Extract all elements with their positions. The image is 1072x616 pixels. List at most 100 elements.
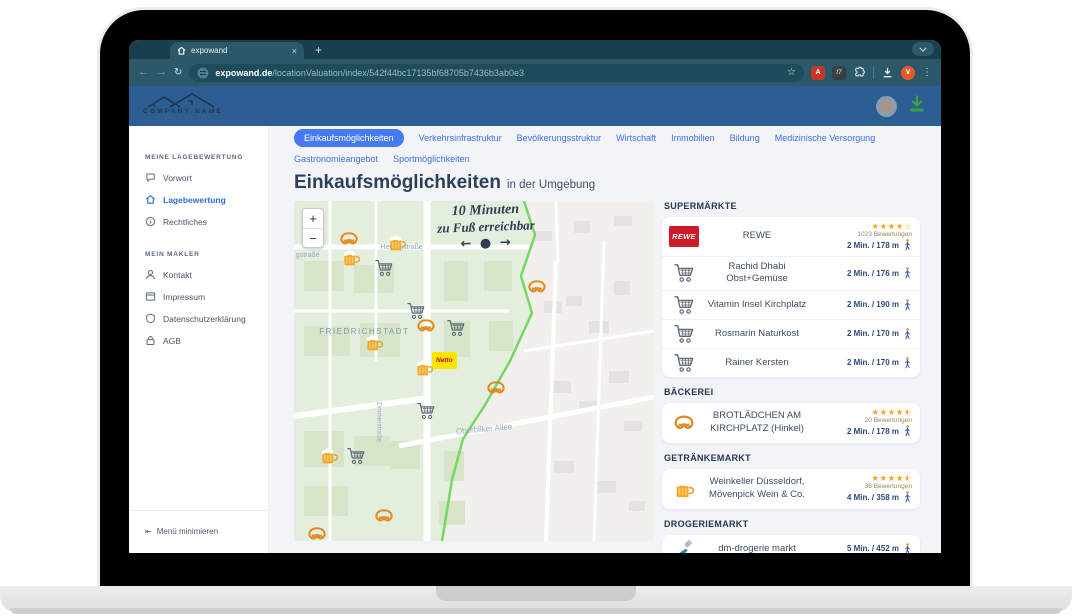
map-zoom-control: + − — [302, 208, 324, 248]
tab-wirtschaft[interactable]: Wirtschaft — [616, 133, 656, 143]
walking-icon — [903, 299, 912, 311]
cart-map-marker-icon[interactable] — [416, 402, 436, 420]
url-bar[interactable]: expowand.de/locationValuation/index/542f… — [189, 64, 804, 82]
site-settings-icon[interactable] — [197, 67, 209, 79]
pretzel-map-marker-icon[interactable] — [307, 525, 327, 541]
tab-bildung[interactable]: Bildung — [730, 133, 760, 143]
walking-icon — [903, 425, 912, 437]
browser-toolbar: ← → ↻ expowand.de/locationValuation/inde… — [129, 59, 941, 86]
cart-map-marker-icon[interactable] — [446, 319, 466, 337]
pretzel-map-marker-icon[interactable] — [486, 379, 506, 397]
back-button[interactable]: ← — [138, 67, 149, 78]
acrobat-extension-icon[interactable]: A — [811, 66, 825, 80]
beer-map-marker-icon[interactable] — [364, 334, 384, 352]
tab-gastronomieangebot[interactable]: Gastronomieangebot — [294, 154, 378, 164]
tab-sportmöglichkeiten[interactable]: Sportmöglichkeiten — [393, 154, 470, 164]
sidebar-item-datenschutzerkl-rung[interactable]: Datenschutzerklärung — [145, 313, 268, 324]
browser-menu-icon[interactable]: ⋮ — [922, 67, 932, 78]
place-row[interactable]: Vitamin Insel Kirchplatz2 Min. / 190 m — [662, 291, 920, 320]
rating-stars: ★★★★☆ — [871, 222, 912, 231]
sidebar-item-rechtliches[interactable]: Rechtliches — [145, 216, 268, 227]
person-icon — [145, 269, 156, 280]
bookmark-star-icon[interactable]: ☆ — [787, 67, 796, 78]
beer-map-marker-icon[interactable] — [341, 249, 361, 267]
panel-card: BROTLÄDCHEN AM KIRCHPLATZ (Hinkel) ★★★★★☆… — [662, 403, 920, 443]
sidebar: MEINE LAGEBEWERTUNG Vorwort Lagebewertung R… — [129, 126, 269, 553]
place-name: Vitamin Insel Kirchplatz — [700, 299, 814, 311]
sidebar-item-kontakt[interactable]: Kontakt — [145, 269, 268, 280]
app-content: COMPANY NAME Slogan Goes Here — [129, 86, 941, 553]
tab-medizinische-versorgung[interactable]: Medizinische Versorgung — [775, 133, 876, 143]
sidebar-item-vorwort[interactable]: Vorwort — [145, 172, 268, 183]
place-row[interactable]: BROTLÄDCHEN AM KIRCHPLATZ (Hinkel) ★★★★★☆… — [662, 403, 920, 443]
sidebar-item-label: Impressum — [163, 292, 205, 302]
forward-button[interactable]: → — [156, 67, 167, 78]
zoom-in-button[interactable]: + — [303, 209, 323, 228]
reload-button[interactable]: ↻ — [174, 68, 182, 78]
tab-einkaufsmöglichkeiten[interactable]: Einkaufsmöglichkeiten — [294, 129, 404, 147]
sidebar-item-label: AGB — [163, 336, 181, 346]
place-name: BROTLÄDCHEN AM KIRCHPLATZ (Hinkel) — [700, 410, 814, 435]
review-count: 36 Bewertungen — [865, 483, 912, 490]
pretzel-map-marker-icon[interactable] — [416, 317, 436, 335]
sidebar-section-title: MEINE LAGEBEWERTUNG — [145, 154, 268, 161]
theme-sun-icon[interactable] — [876, 96, 897, 117]
place-row[interactable]: Rainer Kersten2 Min. / 170 m — [662, 349, 920, 377]
lock-icon — [145, 335, 156, 346]
sidebar-item-label: Rechtliches — [163, 217, 207, 227]
sidebar-item-lagebewertung[interactable]: Lagebewertung — [145, 194, 268, 205]
walking-icon — [903, 357, 912, 369]
walk-distance: 2 Min. / 178 m — [847, 239, 912, 251]
pretzel-map-marker-icon[interactable] — [339, 230, 359, 248]
panel-card: dm-drogerie markt5 Min. / 452 m — [662, 535, 920, 553]
toothbrush-icon — [668, 539, 700, 553]
browser-tab[interactable]: expowand × — [170, 42, 304, 59]
panel-card: Weinkeller Düsseldorf, Mövenpick Wein & … — [662, 469, 920, 509]
place-row[interactable]: Rachid Dhabi Obst+Gemüse2 Min. / 176 m — [662, 257, 920, 291]
beer-map-marker-icon[interactable] — [414, 359, 434, 377]
place-name: REWE — [700, 230, 814, 242]
tab-list-chevron-button[interactable] — [912, 42, 934, 56]
place-row[interactable]: Weinkeller Düsseldorf, Mövenpick Wein & … — [662, 469, 920, 509]
rating-stars: ★★★★★☆ — [871, 408, 912, 417]
laptop-mockup: expowand × + ← → ↻ expowand.de/locationV… — [0, 0, 1072, 616]
tab-title: expowand — [191, 46, 287, 55]
place-row[interactable]: REWEREWE★★★★☆1023 Bewertungen2 Min. / 17… — [662, 217, 920, 257]
pretzel-map-marker-icon[interactable] — [527, 278, 547, 296]
pretzel-map-marker-icon[interactable] — [374, 507, 394, 525]
sidebar-item-label: Lagebewertung — [163, 195, 226, 205]
sidebar-item-agb[interactable]: AGB — [145, 335, 268, 346]
sidebar-item-label: Kontakt — [163, 270, 192, 280]
cart-icon — [668, 263, 700, 283]
company-slogan: Slogan Goes Here — [143, 115, 223, 120]
page-subtitle: in der Umgebung — [507, 179, 595, 191]
pretzel-icon — [668, 413, 700, 433]
beer-map-marker-icon[interactable] — [319, 447, 339, 465]
extensions-puzzle-icon[interactable] — [853, 66, 866, 79]
netto-logo-map-marker-icon[interactable]: Netto — [432, 349, 452, 367]
tab-verkehrsinfrastruktur[interactable]: Verkehrsinfrastruktur — [419, 133, 502, 143]
walk-distance: 2 Min. / 178 m — [847, 425, 912, 437]
tab-bevölkerungsstruktur[interactable]: Bevölkerungsstruktur — [517, 133, 602, 143]
tab-immobilien[interactable]: Immobilien — [671, 133, 715, 143]
walking-icon — [903, 267, 912, 279]
zoom-out-button[interactable]: − — [303, 228, 323, 247]
profile-avatar[interactable]: V — [901, 66, 915, 80]
new-tab-button[interactable]: + — [315, 43, 322, 57]
place-row[interactable]: Rosmarin Naturkost2 Min. / 170 m — [662, 320, 920, 349]
place-name: Rainer Kersten — [700, 357, 814, 369]
sidebar-section-title: MEIN MAKLER — [145, 251, 268, 258]
place-row[interactable]: dm-drogerie markt5 Min. / 452 m — [662, 535, 920, 553]
cart-map-marker-icon[interactable] — [346, 447, 366, 465]
info-icon — [145, 216, 156, 227]
map[interactable]: FRIEDRICHSTADTHerzogstraßegstraßeOberbil… — [294, 201, 654, 541]
export-download-icon[interactable] — [907, 94, 927, 119]
collapse-menu-button[interactable]: ⇤ Menü minimieren — [145, 527, 218, 536]
cart-map-marker-icon[interactable] — [374, 259, 394, 277]
rewe-logo: REWE — [668, 226, 700, 247]
downloads-icon[interactable] — [881, 66, 894, 79]
tab-close-icon[interactable]: × — [292, 46, 297, 56]
f7-extension-icon[interactable]: f7 — [832, 66, 846, 80]
sidebar-item-impressum[interactable]: Impressum — [145, 291, 268, 302]
walking-icon — [903, 491, 912, 503]
